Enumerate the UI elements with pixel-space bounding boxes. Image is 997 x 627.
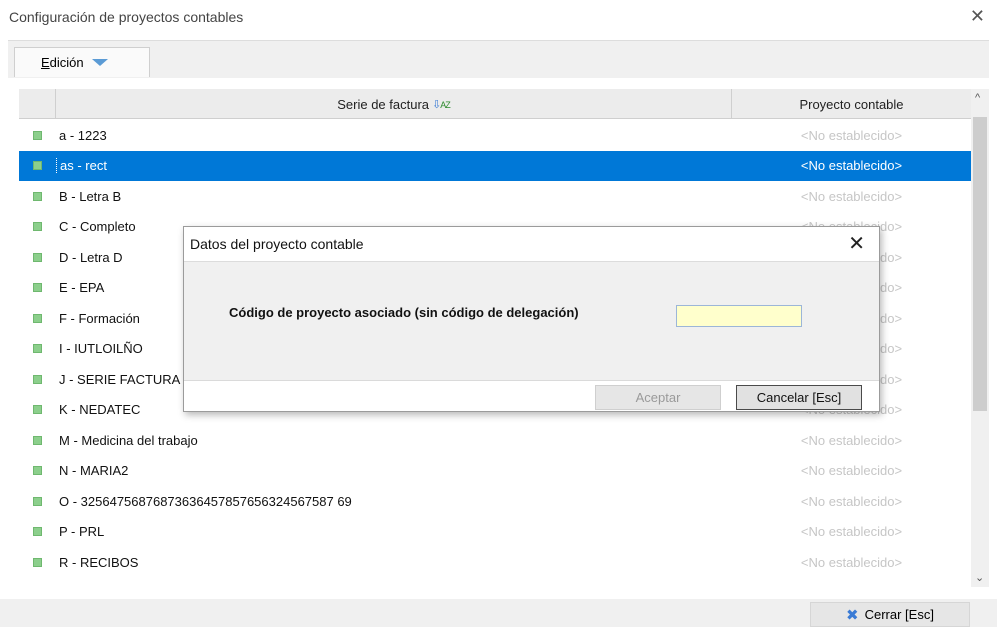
- codigo-proyecto-label: Código de proyecto asociado (sin código …: [229, 305, 579, 320]
- scroll-up-icon[interactable]: ^: [975, 92, 980, 104]
- status-square-icon: [33, 374, 42, 384]
- proyecto-dialog: Datos del proyecto contable ✕ Código de …: [183, 226, 880, 412]
- close-x-icon: ✖: [846, 606, 859, 624]
- status-square-icon: [33, 405, 42, 415]
- table-row[interactable]: P - PRL <No establecido>: [19, 517, 971, 548]
- column-header-serie[interactable]: Serie de factura ⇩AZ: [56, 89, 732, 119]
- row-proyecto-cell[interactable]: <No establecido>: [732, 494, 971, 509]
- status-square-icon: [33, 161, 42, 171]
- status-square-icon: [33, 191, 42, 201]
- edicion-menu-button[interactable]: Edición: [14, 47, 150, 77]
- table-row[interactable]: O - 32564756876873636457857656324567587 …: [19, 486, 971, 517]
- dialog-body: Código de proyecto asociado (sin código …: [184, 261, 879, 381]
- cerrar-button[interactable]: ✖ Cerrar [Esc]: [810, 602, 970, 627]
- row-proyecto-cell[interactable]: <No establecido>: [732, 555, 971, 570]
- row-indicator: [19, 313, 56, 323]
- status-square-icon: [33, 435, 42, 445]
- row-serie-cell[interactable]: M - Medicina del trabajo: [56, 433, 732, 448]
- row-proyecto-cell[interactable]: <No establecido>: [732, 463, 971, 478]
- aceptar-button[interactable]: Aceptar: [595, 385, 721, 410]
- row-proyecto-cell[interactable]: <No establecido>: [732, 524, 971, 539]
- header-indicator-cell: [19, 89, 56, 119]
- row-indicator: [19, 405, 56, 415]
- row-serie-cell[interactable]: a - 1223: [56, 128, 732, 143]
- edicion-menu-label: Edición: [41, 55, 84, 70]
- table-row[interactable]: B - Letra B <No establecido>: [19, 181, 971, 212]
- row-indicator: [19, 130, 56, 140]
- column-header-serie-label: Serie de factura: [337, 96, 430, 112]
- row-serie-cell[interactable]: B - Letra B: [56, 189, 732, 204]
- row-indicator: [19, 557, 56, 567]
- status-square-icon: [33, 252, 42, 262]
- cerrar-button-label: Cerrar [Esc]: [864, 607, 934, 622]
- row-proyecto-cell[interactable]: <No establecido>: [732, 128, 971, 143]
- scroll-down-icon[interactable]: ⌄: [975, 571, 984, 584]
- status-square-icon: [33, 557, 42, 567]
- status-square-icon: [33, 527, 42, 537]
- table-row[interactable]: M - Medicina del trabajo <No establecido>: [19, 425, 971, 456]
- dialog-title: Datos del proyecto contable: [190, 236, 364, 252]
- status-square-icon: [33, 283, 42, 293]
- toolbar: Edición: [8, 40, 989, 78]
- row-indicator: [19, 283, 56, 293]
- window-title: Configuración de proyectos contables: [9, 9, 244, 25]
- row-indicator: [19, 161, 56, 171]
- cancelar-button[interactable]: Cancelar [Esc]: [736, 385, 862, 410]
- row-indicator: [19, 466, 56, 476]
- sort-ascending-icon[interactable]: ⇩AZ: [432, 98, 451, 111]
- dialog-close-icon[interactable]: ✕: [848, 233, 865, 255]
- table-row[interactable]: as - rect <No establecido>: [19, 150, 971, 181]
- status-square-icon: [33, 222, 42, 232]
- row-indicator: [19, 344, 56, 354]
- grid-header: Serie de factura ⇩AZ Proyecto contable: [19, 89, 971, 119]
- codigo-proyecto-input[interactable]: [676, 305, 802, 327]
- status-square-icon: [33, 466, 42, 476]
- row-proyecto-cell[interactable]: <No establecido>: [732, 189, 971, 204]
- row-proyecto-cell[interactable]: <No establecido>: [732, 158, 971, 173]
- vertical-scrollbar[interactable]: ^ ⌄: [971, 89, 989, 587]
- row-serie-cell[interactable]: O - 32564756876873636457857656324567587 …: [56, 494, 732, 509]
- row-proyecto-cell[interactable]: <No establecido>: [732, 433, 971, 448]
- table-row[interactable]: R - RECIBOS <No establecido>: [19, 547, 971, 578]
- status-square-icon: [33, 344, 42, 354]
- row-serie-cell[interactable]: as - rect: [56, 158, 732, 174]
- row-serie-cell[interactable]: R - RECIBOS: [56, 555, 732, 570]
- row-indicator: [19, 222, 56, 232]
- row-indicator: [19, 374, 56, 384]
- window-close-icon[interactable]: ✕: [970, 6, 985, 26]
- row-serie-cell[interactable]: N - MARIA2: [56, 463, 732, 478]
- dialog-separator: [184, 380, 879, 381]
- row-indicator: [19, 527, 56, 537]
- table-row[interactable]: a - 1223 <No establecido>: [19, 120, 971, 151]
- status-square-icon: [33, 313, 42, 323]
- column-header-proyecto[interactable]: Proyecto contable: [732, 89, 971, 119]
- status-square-icon: [33, 496, 42, 506]
- table-row[interactable]: N - MARIA2 <No establecido>: [19, 456, 971, 487]
- row-indicator: [19, 252, 56, 262]
- status-square-icon: [33, 130, 42, 140]
- scroll-thumb[interactable]: [973, 117, 987, 411]
- row-indicator: [19, 435, 56, 445]
- row-serie-cell[interactable]: P - PRL: [56, 524, 732, 539]
- dropdown-arrow-icon: [91, 59, 108, 66]
- row-indicator: [19, 191, 56, 201]
- row-indicator: [19, 496, 56, 506]
